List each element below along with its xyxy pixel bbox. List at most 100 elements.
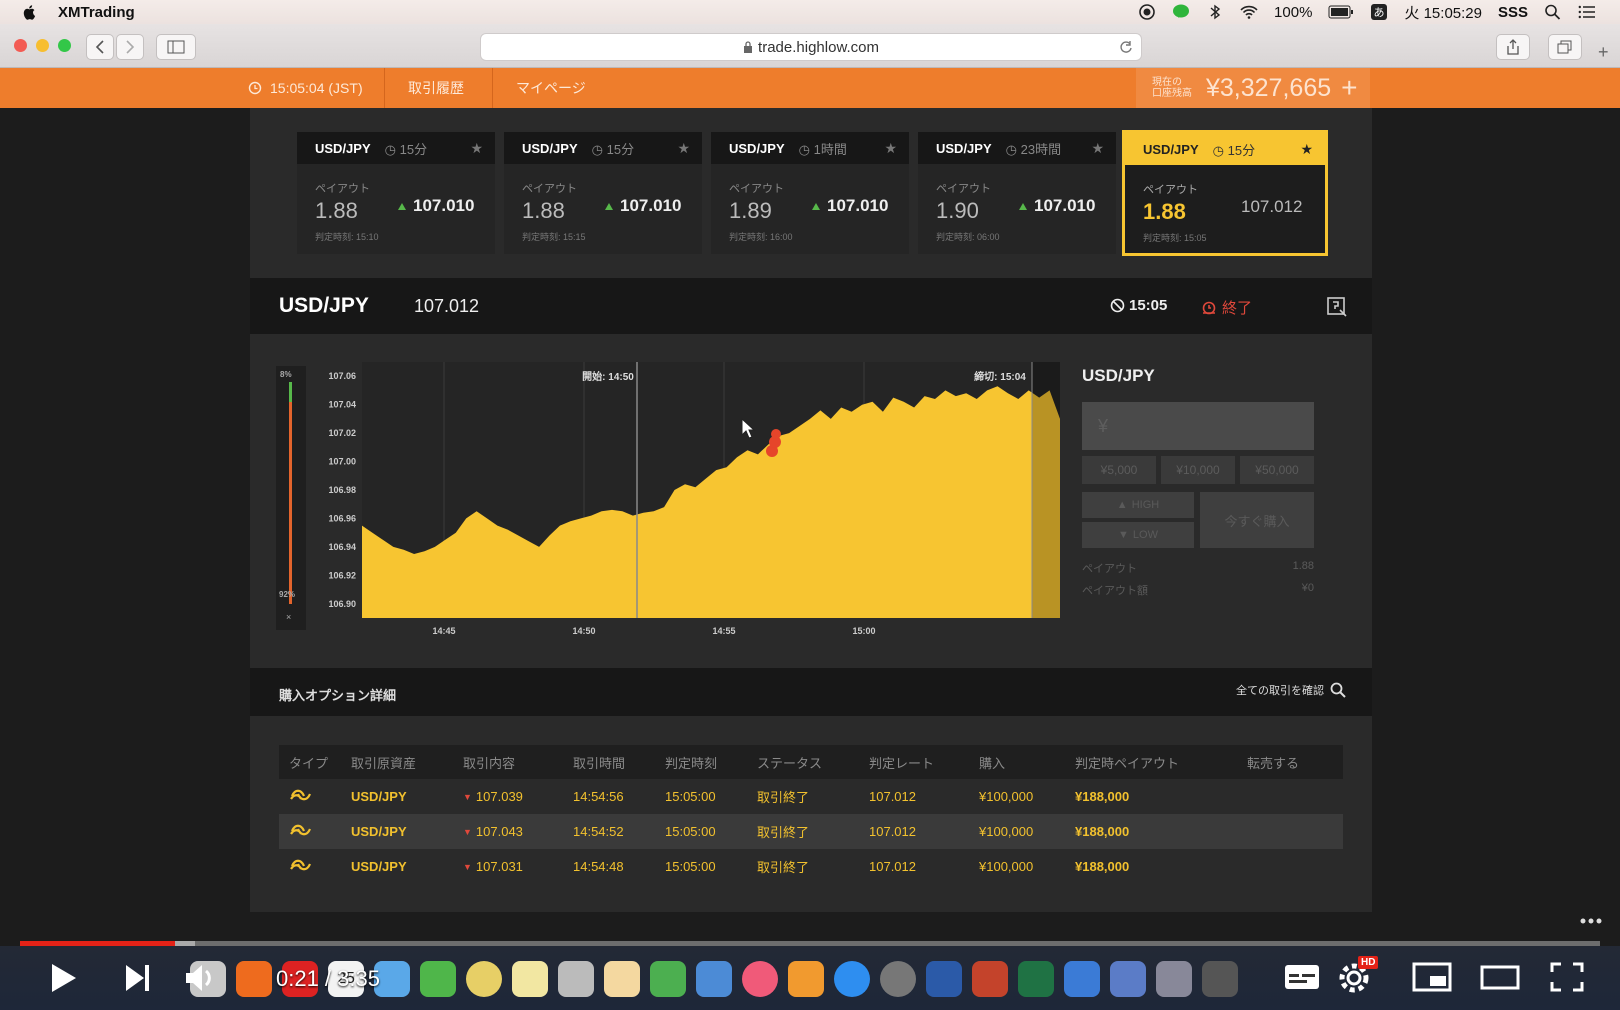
card-payout: 1.88 bbox=[1143, 199, 1186, 224]
table-row[interactable]: USD/JPY ▼ 107.031 14:54:48 15:05:00 取引終了 … bbox=[279, 849, 1343, 884]
address-bar[interactable]: trade.highlow.com bbox=[480, 33, 1142, 61]
site-nav: 15:05:04 (JST) 取引履歴 マイページ 現在の 口座残高 ¥3,327… bbox=[0, 68, 1620, 108]
sidebar-toggle-button[interactable] bbox=[156, 34, 196, 60]
miniplayer-button[interactable] bbox=[1412, 962, 1452, 992]
menu-bar: XMTrading 100% あ 火 15:05:29 SSS bbox=[0, 0, 1620, 24]
card-duration: ◷ 15分 bbox=[591, 141, 635, 157]
dock-app5-icon[interactable] bbox=[1202, 961, 1238, 997]
svg-text:あ: あ bbox=[1374, 6, 1385, 19]
star-icon[interactable]: ★ bbox=[470, 140, 483, 157]
video-controls: 25 0:21 / 3:35 HD bbox=[0, 946, 1620, 1010]
account-balance[interactable]: 現在の 口座残高 ¥3,327,665 + bbox=[1136, 68, 1370, 108]
notification-center-icon[interactable] bbox=[1578, 4, 1596, 20]
zoom-window-button[interactable] bbox=[58, 39, 71, 52]
bluetooth-icon[interactable] bbox=[1206, 4, 1224, 20]
option-card-selected[interactable]: USD/JPY ◷ 15分 ★ ペイアウト 1.88 107.012 判定時刻: 1… bbox=[1122, 130, 1328, 256]
dock-powerpoint-icon[interactable] bbox=[972, 961, 1008, 997]
star-icon[interactable]: ★ bbox=[1091, 140, 1104, 157]
dock-notes-icon[interactable] bbox=[512, 961, 548, 997]
dock-keynote-icon[interactable] bbox=[696, 961, 732, 997]
chart-settings-icon[interactable] bbox=[1326, 296, 1348, 318]
close-label: 締切: 15:04 bbox=[974, 370, 1026, 383]
table-header: タイプ 取引原資産 取引内容 取引時間 判定時刻 ステータス 判定レート 購入 … bbox=[279, 745, 1343, 779]
menubar-clock[interactable]: 火 15:05:29 bbox=[1404, 2, 1482, 23]
dock-numbers-icon[interactable] bbox=[650, 961, 686, 997]
server-time-text: 15:05:04 (JST) bbox=[270, 80, 363, 96]
lock-icon bbox=[744, 41, 753, 53]
option-card[interactable]: USD/JPY ◷ 15分 ★ ペイアウト 1.88 107.010 判定時刻: 1… bbox=[297, 132, 495, 254]
dock-word-icon[interactable] bbox=[926, 961, 962, 997]
forward-button[interactable] bbox=[116, 34, 144, 60]
card-payout-label: ペイアウト bbox=[729, 183, 784, 195]
asset-price: 107.012 bbox=[414, 296, 480, 316]
option-card[interactable]: USD/JPY ◷ 15分 ★ ペイアウト 1.88 107.010 判定時刻: 1… bbox=[504, 132, 702, 254]
nav-mypage-link[interactable]: マイページ bbox=[516, 68, 586, 108]
dock-excel-icon[interactable] bbox=[1018, 961, 1054, 997]
star-icon[interactable]: ★ bbox=[884, 140, 897, 157]
settings-button[interactable]: HD bbox=[1338, 956, 1380, 996]
y-tick-label: 107.04 bbox=[328, 400, 356, 410]
apple-icon[interactable] bbox=[22, 4, 38, 20]
dock-firefox-icon[interactable] bbox=[236, 961, 272, 997]
star-icon[interactable]: ★ bbox=[677, 140, 690, 157]
dock-settings-icon[interactable] bbox=[880, 961, 916, 997]
table-row[interactable]: USD/JPY ▼ 107.039 14:54:56 15:05:00 取引終了 … bbox=[279, 779, 1343, 814]
view-all-trades-link[interactable]: 全ての取引を確認 bbox=[1236, 682, 1346, 698]
card-rate: 107.010 bbox=[811, 196, 888, 216]
spotlight-icon[interactable] bbox=[1544, 4, 1562, 20]
card-symbol: USD/JPY bbox=[315, 140, 371, 156]
line-icon[interactable] bbox=[1172, 4, 1190, 20]
add-funds-button[interactable]: + bbox=[1341, 72, 1357, 104]
dock-books-icon[interactable] bbox=[788, 961, 824, 997]
alarm-icon bbox=[1202, 301, 1216, 315]
share-button[interactable] bbox=[1496, 34, 1530, 60]
price-chart[interactable]: 開始: 14:50 締切: 15:04 107.06107.04107.0210… bbox=[310, 362, 1070, 642]
amount-50000-button[interactable]: ¥50,000 bbox=[1240, 456, 1314, 484]
reload-icon[interactable] bbox=[1119, 40, 1133, 54]
record-icon[interactable] bbox=[1138, 4, 1156, 20]
table-row[interactable]: USD/JPY ▼ 107.043 14:54:52 15:05:00 取引終了 … bbox=[279, 814, 1343, 849]
battery-icon[interactable] bbox=[1328, 5, 1354, 19]
option-card[interactable]: USD/JPY ◷ 23時間 ★ ペイアウト 1.90 107.010 判定時刻: … bbox=[918, 132, 1116, 254]
card-symbol: USD/JPY bbox=[522, 140, 578, 156]
clock-icon bbox=[248, 81, 262, 95]
dock-appstore-icon[interactable] bbox=[834, 961, 870, 997]
amount-10000-button[interactable]: ¥10,000 bbox=[1161, 456, 1235, 484]
minimize-window-button[interactable] bbox=[36, 39, 49, 52]
amount-5000-button[interactable]: ¥5,000 bbox=[1082, 456, 1156, 484]
sentiment-close-button[interactable]: × bbox=[286, 612, 291, 622]
high-button[interactable]: ▲ HIGH bbox=[1082, 492, 1194, 518]
option-card[interactable]: USD/JPY ◷ 1時間 ★ ペイアウト 1.89 107.010 判定時刻: 1… bbox=[711, 132, 909, 254]
dock-pages-icon[interactable] bbox=[604, 961, 640, 997]
trade-marker[interactable] bbox=[771, 429, 781, 439]
close-window-button[interactable] bbox=[14, 39, 27, 52]
app-name[interactable]: XMTrading bbox=[58, 4, 135, 21]
menubar-user[interactable]: SSS bbox=[1498, 4, 1528, 21]
dock-app2-icon[interactable] bbox=[1064, 961, 1100, 997]
more-options-icon[interactable] bbox=[1580, 918, 1602, 924]
next-button[interactable] bbox=[124, 962, 152, 994]
wifi-icon[interactable] bbox=[1240, 4, 1258, 20]
dock-app4-icon[interactable] bbox=[1156, 961, 1192, 997]
theater-mode-button[interactable] bbox=[1480, 962, 1520, 992]
input-method-icon[interactable]: あ bbox=[1370, 4, 1388, 20]
nav-history-link[interactable]: 取引履歴 bbox=[408, 68, 464, 108]
low-button[interactable]: ▼ LOW bbox=[1082, 522, 1194, 548]
back-button[interactable] bbox=[86, 34, 114, 60]
dock-app3-icon[interactable] bbox=[1110, 961, 1146, 997]
subtitles-button[interactable] bbox=[1284, 962, 1320, 992]
y-axis: 107.06 107.04 107.02 107.00 106.98 106.96 106.… bbox=[328, 371, 356, 609]
play-button[interactable] bbox=[48, 962, 78, 994]
fullscreen-button[interactable] bbox=[1550, 962, 1584, 992]
buy-now-button[interactable]: 今すぐ購入 bbox=[1200, 492, 1314, 548]
tabs-button[interactable] bbox=[1548, 34, 1582, 60]
dock-music-icon[interactable] bbox=[742, 961, 778, 997]
dock-facetime-icon[interactable] bbox=[420, 961, 456, 997]
amount-input[interactable]: ¥ bbox=[1082, 402, 1314, 450]
new-tab-button[interactable]: + bbox=[1598, 42, 1609, 63]
balance-label: 現在の 口座残高 bbox=[1152, 77, 1192, 99]
dock-photos-icon[interactable] bbox=[466, 961, 502, 997]
star-icon[interactable]: ★ bbox=[1300, 141, 1313, 158]
dock-preview-icon[interactable] bbox=[558, 961, 594, 997]
volume-button[interactable] bbox=[184, 962, 218, 994]
